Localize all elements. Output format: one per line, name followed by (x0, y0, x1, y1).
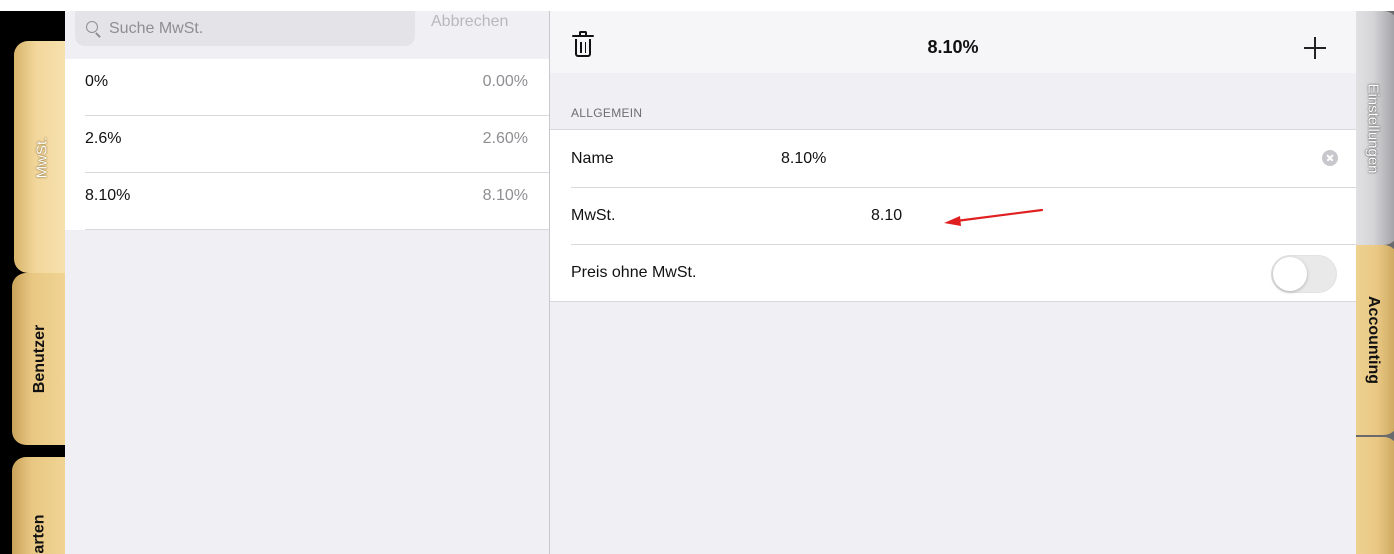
name-label: Name (571, 149, 614, 167)
list-item-name: 2.6% (85, 129, 122, 147)
tab-benutzer[interactable]: Benutzer (12, 273, 65, 445)
clear-icon[interactable] (1322, 150, 1338, 166)
list-item-value: 2.60% (482, 129, 528, 147)
tab-accounting-label: Accounting (1365, 296, 1382, 384)
list-item-value: 8.10% (482, 186, 528, 204)
detail-nav-bar: 8.10% (550, 11, 1356, 73)
search-bar: Abbrechen (65, 11, 549, 59)
tab-accounting[interactable]: Accounting (1356, 245, 1394, 435)
list-item-value: 0.00% (482, 72, 528, 90)
form-row-name: Name 8.10% (550, 130, 1356, 187)
search-field[interactable] (75, 11, 415, 46)
right-tab-rail: Einstellungen Accounting (1356, 11, 1394, 554)
toggle-knob (1273, 257, 1307, 291)
search-icon (85, 20, 103, 38)
add-icon[interactable] (1304, 37, 1326, 59)
tab-mwst[interactable]: MwSt. (14, 41, 65, 273)
list-item[interactable]: 8.10% 8.10% (65, 173, 549, 230)
price-without-vat-toggle[interactable] (1271, 255, 1337, 293)
left-tab-rail: MwSt. Benutzer arten (0, 11, 65, 554)
name-field[interactable]: 8.10% (781, 150, 826, 168)
tab-next[interactable] (1356, 437, 1394, 554)
price-without-vat-label: Preis ohne MwSt. (571, 264, 697, 281)
tab-benutzer-label: Benutzer (31, 324, 49, 394)
tab-einstellungen[interactable]: Einstellungen (1356, 11, 1394, 245)
top-status-area (0, 0, 1394, 11)
list-item-name: 0% (85, 72, 109, 90)
tab-arten[interactable]: arten (12, 457, 65, 554)
form-row-price-without-vat: Preis ohne MwSt. (571, 244, 1356, 301)
annotation-arrow-icon (944, 208, 1044, 226)
tab-einstellungen-label: Einstellungen (1364, 82, 1382, 174)
cancel-button[interactable]: Abbrechen (431, 13, 508, 31)
vat-label: MwSt. (571, 207, 616, 224)
page-title: 8.10% (927, 37, 979, 57)
section-header: ALLGEMEIN (571, 106, 643, 120)
vat-list: 0% 0.00% 2.6% 2.60% 8.10% 8.10% (65, 59, 549, 230)
list-item[interactable]: 2.6% 2.60% (65, 116, 549, 173)
detail-panel: 8.10% ALLGEMEIN Name 8.10% MwSt. 8.10 Pr… (550, 11, 1356, 554)
vat-field[interactable]: 8.10 (871, 207, 902, 225)
list-item-name: 8.10% (85, 186, 131, 204)
list-item[interactable]: 0% 0.00% (65, 59, 549, 116)
tab-arten-label: arten (31, 514, 48, 554)
search-input[interactable] (109, 19, 389, 38)
tab-mwst-label: MwSt. (33, 136, 51, 178)
vat-list-panel: Abbrechen 0% 0.00% 2.6% 2.60% 8.10% 8.10… (65, 11, 549, 554)
